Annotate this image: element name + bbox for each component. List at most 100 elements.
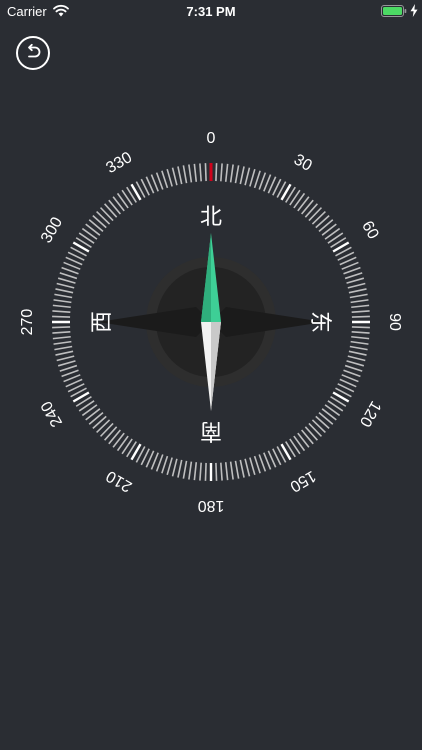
tick-mark [61, 266, 79, 275]
tick-mark [166, 457, 173, 476]
degree-label: 270 [19, 309, 36, 336]
tick-mark [92, 415, 107, 429]
tick-mark [249, 457, 256, 476]
tick-mark [304, 426, 318, 441]
tick-mark [350, 299, 369, 304]
tick-mark [351, 310, 370, 313]
tick-mark [308, 422, 323, 437]
tick-mark [351, 326, 370, 329]
tick-mark [88, 219, 104, 232]
tick-mark [171, 167, 178, 186]
tick-mark [351, 335, 370, 340]
tick-mark [155, 454, 164, 472]
tick-mark [304, 203, 318, 218]
tick-mark [199, 462, 202, 481]
tick-mark [318, 219, 334, 232]
back-button[interactable] [16, 36, 50, 70]
degree-label: 300 [38, 214, 66, 246]
tick-mark [199, 163, 202, 182]
tick-mark [311, 210, 326, 225]
tick-mark [204, 462, 207, 481]
direction-north: 北 [200, 205, 222, 230]
tick-mark [229, 164, 234, 183]
tick-mark [220, 163, 223, 182]
tick-mark [182, 165, 188, 184]
tick-mark [351, 331, 370, 334]
status-bar: Carrier 7:31 PM [0, 0, 422, 22]
tick-mark [57, 277, 76, 284]
tick-mark [229, 461, 234, 480]
tick-mark [234, 165, 240, 184]
tick-mark [112, 196, 125, 212]
tick-mark [56, 355, 75, 362]
tick-mark [104, 426, 118, 441]
tick-mark [193, 462, 198, 481]
tick-mark [297, 432, 310, 448]
tick-mark [220, 462, 223, 481]
tick-mark [215, 462, 218, 481]
tick-mark [315, 415, 330, 429]
tick-mark [85, 223, 101, 236]
tick-mark [193, 163, 198, 182]
degree-label: 30 [291, 151, 315, 175]
tick-mark [258, 172, 267, 190]
battery-icon [381, 5, 407, 17]
tick-mark [301, 429, 314, 445]
tick-mark [55, 350, 74, 356]
tick-mark [343, 266, 361, 275]
tick-mark [92, 215, 107, 229]
degree-label: 60 [358, 218, 382, 242]
tick-mark [61, 369, 79, 378]
degree-label: 0 [207, 130, 216, 147]
tick-mark [88, 412, 104, 425]
tick-mark [188, 164, 193, 183]
tick-mark [177, 166, 183, 185]
degree-label: 150 [287, 467, 319, 495]
tick-mark [55, 288, 74, 294]
tick-mark [155, 172, 164, 190]
tick-mark [53, 340, 72, 345]
direction-south: 南 [200, 418, 222, 443]
tick-mark [59, 364, 78, 372]
tick-mark [346, 360, 365, 367]
tick-mark [349, 345, 368, 351]
direction-east: 东 [307, 311, 332, 333]
tick-mark [224, 462, 229, 481]
tick-mark [52, 335, 71, 340]
degree-label: 210 [103, 467, 135, 495]
tick-mark [244, 458, 251, 477]
tick-mark [171, 458, 178, 477]
tick-mark [52, 326, 71, 329]
tick-mark [54, 293, 73, 299]
tick-mark [347, 355, 366, 362]
tick-mark [258, 454, 267, 472]
tick-mark [351, 304, 370, 309]
tick-mark [351, 315, 370, 318]
tick-mark [249, 168, 256, 187]
tick-mark [96, 210, 111, 225]
tick-mark [59, 272, 78, 280]
tick-mark [52, 315, 71, 318]
tick-mark [349, 293, 368, 299]
direction-west: 西 [90, 311, 115, 333]
degree-label: 180 [198, 497, 225, 514]
tick-mark [348, 350, 367, 356]
tick-mark [347, 282, 366, 289]
tick-mark [344, 364, 363, 372]
charging-icon [410, 4, 418, 17]
tick-mark [177, 459, 183, 478]
tick-mark [104, 203, 118, 218]
tick-mark [108, 199, 121, 215]
tick-mark [239, 459, 245, 478]
tick-mark [321, 223, 337, 236]
tick-mark [234, 460, 240, 479]
back-arrow-icon [28, 43, 41, 58]
tick-mark [161, 455, 169, 474]
tick-mark [315, 215, 330, 229]
tick-mark [318, 412, 334, 425]
tick-mark [344, 272, 363, 280]
tick-mark [301, 199, 314, 215]
tick-mark [99, 207, 114, 222]
tick-mark [99, 422, 114, 437]
tick-mark [52, 310, 71, 313]
